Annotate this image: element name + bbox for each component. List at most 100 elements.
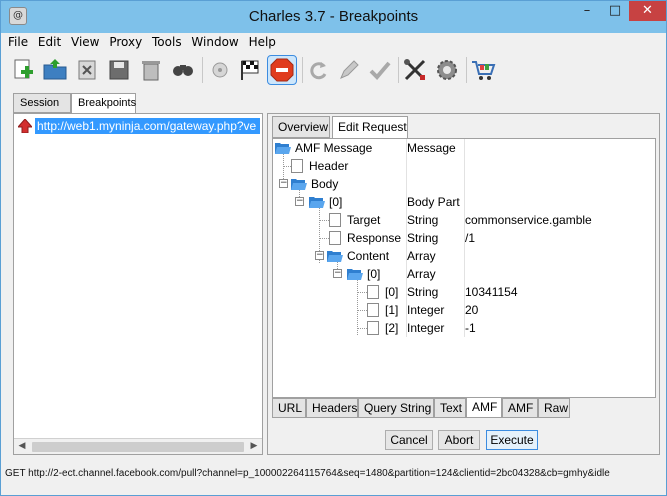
tools-icon[interactable] [401, 56, 429, 84]
edit-icon[interactable] [335, 56, 363, 84]
tab-session-1[interactable]: Session 1 * [13, 93, 71, 127]
up-arrow-icon [18, 119, 32, 133]
tab-amf-2[interactable]: AMF [502, 398, 538, 418]
save-icon[interactable] [105, 56, 133, 84]
repeat-icon[interactable] [304, 56, 332, 84]
settings-icon[interactable] [433, 56, 461, 84]
tree-label: [1] [385, 303, 399, 317]
request-panel: Overview Edit Request AMF Message Messag… [267, 113, 660, 455]
scroll-right-icon[interactable]: ▶ [246, 439, 262, 454]
tab-edit-request[interactable]: Edit Request [332, 116, 408, 138]
tree-row-item-2[interactable]: [2] [367, 319, 407, 337]
tab-text[interactable]: Text [434, 398, 466, 418]
tree-row-target[interactable]: Target [329, 211, 409, 229]
folder-open-icon [309, 197, 325, 208]
amf-tree: AMF Message Message Header − Body − [0] … [272, 138, 656, 398]
menu-file[interactable]: File [5, 33, 31, 51]
tree-type: String [407, 231, 439, 245]
tree-value[interactable]: commonservice.gamble [465, 211, 592, 229]
tree-type: String [407, 285, 439, 299]
tree-row-amf-message[interactable]: AMF Message [275, 139, 655, 157]
scroll-left-icon[interactable]: ◀ [14, 439, 30, 454]
menu-tools[interactable]: Tools [149, 33, 185, 51]
tree-value[interactable]: -1 [465, 319, 476, 337]
scroll-thumb[interactable] [32, 442, 244, 452]
collapse-toggle[interactable]: − [333, 269, 342, 278]
menu-proxy[interactable]: Proxy [106, 33, 145, 51]
tree-row-body-part[interactable]: [0] [309, 193, 409, 211]
tree-value[interactable]: 20 [465, 301, 478, 319]
tab-headers[interactable]: Headers [306, 398, 358, 418]
tab-query-string[interactable]: Query String [358, 398, 434, 418]
tree-row-response[interactable]: Response [329, 229, 409, 247]
find-icon[interactable] [169, 56, 197, 84]
tree-label: [0] [329, 195, 343, 209]
new-session-icon[interactable] [9, 56, 37, 84]
tree-type: Message [407, 141, 456, 155]
tree-label: Body [311, 177, 339, 191]
tab-breakpoints[interactable]: Breakpoints [71, 93, 136, 113]
tab-url[interactable]: URL [272, 398, 306, 418]
tree-row-item-1[interactable]: [1] [367, 301, 407, 319]
horizontal-scrollbar[interactable]: ◀ ▶ [14, 438, 262, 454]
tree-type: Integer [407, 303, 445, 317]
throttle-icon[interactable] [237, 56, 265, 84]
abort-button[interactable]: Abort [438, 430, 480, 450]
folder-open-icon [327, 251, 343, 262]
tree-label: Response [347, 231, 402, 245]
minimize-button[interactable]: – [573, 1, 601, 21]
tab-amf[interactable]: AMF [466, 398, 502, 418]
document-icon [291, 159, 303, 173]
collapse-toggle[interactable]: − [315, 251, 324, 260]
tree-row-header[interactable]: Header [291, 157, 411, 175]
validate-icon[interactable] [366, 56, 394, 84]
maximize-button[interactable]: □ [601, 1, 629, 21]
document-icon [367, 285, 379, 299]
open-icon[interactable] [41, 56, 69, 84]
tree-value[interactable]: 10341154 [465, 283, 518, 301]
close-session-icon[interactable] [73, 56, 101, 84]
breakpoint-row[interactable]: http://web1.myninja.com/gateway.php?ve [18, 118, 260, 134]
breakpoints-button[interactable] [267, 55, 297, 85]
tree-type: Array [407, 267, 436, 281]
tree-row-array[interactable]: [0] [347, 265, 407, 283]
tree-label: Header [309, 159, 349, 173]
breakpoint-url[interactable]: http://web1.myninja.com/gateway.php?ve [35, 118, 260, 134]
tree-row-content[interactable]: Content [327, 247, 407, 265]
breakpoints-list: http://web1.myninja.com/gateway.php?ve ◀… [13, 113, 263, 455]
tree-label: [2] [385, 321, 399, 335]
close-button[interactable]: ✕ [629, 1, 666, 21]
tree-row-item-0[interactable]: [0] [367, 283, 407, 301]
tree-label: AMF Message [295, 141, 373, 155]
execute-button[interactable]: Execute [486, 430, 538, 450]
tab-raw[interactable]: Raw [538, 398, 570, 418]
document-icon [329, 231, 341, 245]
document-icon [329, 213, 341, 227]
breakpoints-icon [270, 58, 294, 82]
shop-icon[interactable] [469, 56, 497, 84]
record-icon[interactable] [206, 56, 234, 84]
tree-type: Body Part [407, 195, 460, 209]
tree-label: [0] [385, 285, 399, 299]
tree-type: String [407, 213, 439, 227]
tree-value[interactable]: /1 [465, 229, 475, 247]
window-title: Charles 3.7 - Breakpoints [248, 8, 419, 25]
tab-overview[interactable]: Overview [272, 116, 330, 138]
title-bar: @ Charles 3.7 - Breakpoints – □ ✕ [1, 1, 666, 33]
document-icon [367, 303, 379, 317]
menu-edit[interactable]: Edit [35, 33, 64, 51]
document-icon [367, 321, 379, 335]
menu-view[interactable]: View [68, 33, 102, 51]
collapse-toggle[interactable]: − [279, 179, 288, 188]
tree-type: Array [407, 249, 436, 263]
tree-type: Integer [407, 321, 445, 335]
collapse-toggle[interactable]: − [295, 197, 304, 206]
menu-help[interactable]: Help [246, 33, 279, 51]
trash-icon[interactable] [137, 56, 165, 84]
menu-bar: File Edit View Proxy Tools Window Help [5, 33, 662, 51]
toolbar [5, 53, 662, 87]
folder-open-icon [275, 143, 291, 154]
menu-window[interactable]: Window [188, 33, 241, 51]
cancel-button[interactable]: Cancel [385, 430, 433, 450]
tree-row-body[interactable]: Body [291, 175, 411, 193]
